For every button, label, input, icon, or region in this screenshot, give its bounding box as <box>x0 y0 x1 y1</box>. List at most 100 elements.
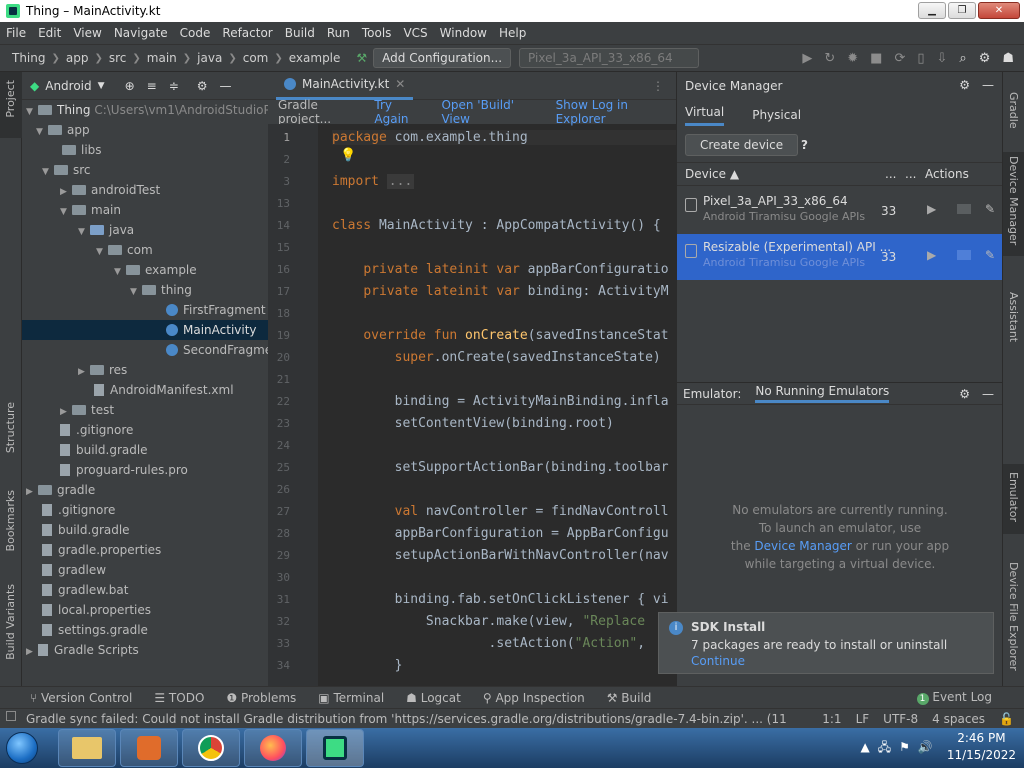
emulator-gear-icon[interactable]: ⚙ <box>959 387 970 401</box>
app-inspection-tab[interactable]: ⚲ App Inspection <box>483 691 585 705</box>
assistant-tool-tab[interactable]: Assistant <box>1007 292 1020 342</box>
flag-icon[interactable]: ⚑ <box>899 739 910 756</box>
tree-firstfragment[interactable]: FirstFragment <box>166 300 266 320</box>
locate-icon[interactable]: ⊕ <box>125 79 135 93</box>
collapse-all-icon[interactable]: ≑ <box>169 79 179 93</box>
device-row[interactable]: Pixel_3a_API_33_x86_64 Android Tiramisu … <box>677 188 1003 234</box>
event-log-tab[interactable]: 1 Event Log <box>916 690 992 705</box>
help-icon[interactable]: ? <box>801 138 808 152</box>
breadcrumb-main[interactable]: main <box>147 51 177 65</box>
device-file-explorer-tool-tab[interactable]: Device File Explorer <box>1007 562 1020 671</box>
continue-link[interactable]: Continue <box>691 654 745 668</box>
create-device-button[interactable]: Create device <box>685 134 799 156</box>
tree-com[interactable]: ▼ com <box>96 240 153 260</box>
build-variants-tool-tab[interactable]: Build Variants <box>4 584 17 660</box>
launch-play-icon[interactable]: ▶ <box>927 202 936 216</box>
hide-panel-icon[interactable]: — <box>220 79 232 93</box>
minimize-button[interactable]: ▁ <box>918 2 946 19</box>
search-icon[interactable]: ⌕ <box>959 51 966 66</box>
project-view-selector[interactable]: Android <box>45 79 91 93</box>
tree-root[interactable]: ▼ Thing C:\Users\vm1\AndroidStudioProject <box>26 100 305 120</box>
clock[interactable]: 2:46 PM 11/15/2022 <box>947 730 1016 764</box>
tab-physical[interactable]: Physical <box>752 108 801 126</box>
volume-icon[interactable]: 🔊 <box>918 739 933 756</box>
debug-icon[interactable]: ✹ <box>847 51 858 66</box>
breadcrumb-src[interactable]: src <box>109 51 127 65</box>
menu-build[interactable]: Build <box>285 26 315 40</box>
breadcrumb-com[interactable]: com <box>243 51 269 65</box>
gear-icon[interactable]: ⚙ <box>979 51 991 66</box>
hammer-icon[interactable]: ⚒ <box>356 51 367 65</box>
tree-java[interactable]: ▼ java <box>78 220 134 240</box>
start-button[interactable] <box>0 728 44 768</box>
tree-secondfragment[interactable]: SecondFragmer <box>166 340 277 360</box>
logcat-tab[interactable]: ☗ Logcat <box>406 691 461 705</box>
edit-pencil-icon[interactable]: ✎ <box>985 202 995 216</box>
dm-hide-icon[interactable]: — <box>982 78 994 92</box>
tab-virtual[interactable]: Virtual <box>685 105 725 126</box>
menu-help[interactable]: Help <box>499 26 526 40</box>
code-area[interactable]: package com.example.thing import ... cla… <box>332 124 676 686</box>
tree-gradlew-bat[interactable]: gradlew.bat <box>42 580 128 600</box>
menu-code[interactable]: Code <box>180 26 211 40</box>
breadcrumb-java[interactable]: java <box>197 51 222 65</box>
tree-test[interactable]: ▶ test <box>60 400 114 420</box>
terminal-tab[interactable]: ▣ Terminal <box>318 691 384 705</box>
breadcrumb-thing[interactable]: Thing <box>12 51 46 65</box>
device-manager-link[interactable]: Device Manager <box>754 539 851 553</box>
menu-window[interactable]: Window <box>440 26 487 40</box>
tree-app[interactable]: ▼ app <box>36 120 90 140</box>
expand-all-icon[interactable]: ≡ <box>147 79 157 93</box>
tree-androidtest[interactable]: ▶ androidTest <box>60 180 160 200</box>
dm-gear-icon[interactable]: ⚙ <box>959 78 970 92</box>
menu-run[interactable]: Run <box>327 26 350 40</box>
stop-icon[interactable]: ■ <box>870 51 882 66</box>
tree-main[interactable]: ▼ main <box>60 200 121 220</box>
device-row-selected[interactable]: Resizable (Experimental) API ... Android… <box>677 234 1003 280</box>
tree-proguard[interactable]: proguard-rules.pro <box>60 460 188 480</box>
tree-local-properties[interactable]: local.properties <box>42 600 151 620</box>
breadcrumb-app[interactable]: app <box>66 51 89 65</box>
menu-navigate[interactable]: Navigate <box>114 26 168 40</box>
menu-view[interactable]: View <box>73 26 101 40</box>
rerun-icon[interactable]: ↻ <box>824 51 835 66</box>
bookmarks-tool-tab[interactable]: Bookmarks <box>4 490 17 551</box>
indent-setting[interactable]: 4 spaces <box>932 712 985 726</box>
emulator-tool-tab[interactable]: Emulator <box>1007 472 1020 522</box>
structure-tool-tab[interactable]: Structure <box>4 402 17 453</box>
launch-play-icon[interactable]: ▶ <box>927 248 936 262</box>
tree-gitignore-app[interactable]: .gitignore <box>60 420 133 440</box>
taskbar-media-player[interactable] <box>120 729 178 767</box>
try-again-link[interactable]: Try Again <box>374 98 427 126</box>
status-message[interactable]: Gradle sync failed: Could not install Gr… <box>26 712 786 726</box>
tree-build-gradle[interactable]: build.gradle <box>42 520 130 540</box>
maximize-button[interactable]: ❐ <box>948 2 976 19</box>
device-manager-icon[interactable]: ▯ <box>917 51 924 66</box>
tab-no-running-emulators[interactable]: No Running Emulators <box>755 384 890 403</box>
editor-tab-mainactivity[interactable]: MainActivity.kt ✕ <box>276 72 414 100</box>
edit-pencil-icon[interactable]: ✎ <box>985 248 995 262</box>
tree-mainactivity[interactable]: MainActivity <box>22 320 268 340</box>
close-tab-icon[interactable]: ✕ <box>395 77 405 91</box>
tree-build-gradle-app[interactable]: build.gradle <box>60 440 148 460</box>
chevron-down-icon[interactable]: ▼ <box>98 81 105 91</box>
menu-file[interactable]: File <box>6 26 26 40</box>
add-configuration-button[interactable]: Add Configuration... <box>373 48 512 68</box>
run-icon[interactable]: ▶ <box>802 51 812 66</box>
emulator-hide-icon[interactable]: — <box>982 387 994 401</box>
taskbar-chrome[interactable] <box>182 729 240 767</box>
device-manager-tool-tab[interactable]: Device Manager <box>1007 156 1020 245</box>
tree-manifest[interactable]: AndroidManifest.xml <box>94 380 234 400</box>
project-tool-tab[interactable]: Project <box>4 80 17 118</box>
gradle-tool-tab[interactable]: Gradle <box>1007 92 1020 129</box>
tree-gradle[interactable]: ▶ gradle <box>26 480 95 500</box>
close-button[interactable]: ✕ <box>978 2 1020 19</box>
sync-icon[interactable]: ⟳ <box>894 51 905 66</box>
todo-tab[interactable]: ☰ TODO <box>154 691 204 705</box>
tree-libs[interactable]: libs <box>62 140 102 160</box>
tray-arrow-icon[interactable]: ▲ <box>860 739 869 756</box>
taskbar-explorer[interactable] <box>58 729 116 767</box>
tree-src[interactable]: ▼ src <box>42 160 91 180</box>
file-encoding[interactable]: UTF-8 <box>883 712 918 726</box>
caret-position[interactable]: 1:1 <box>822 712 841 726</box>
